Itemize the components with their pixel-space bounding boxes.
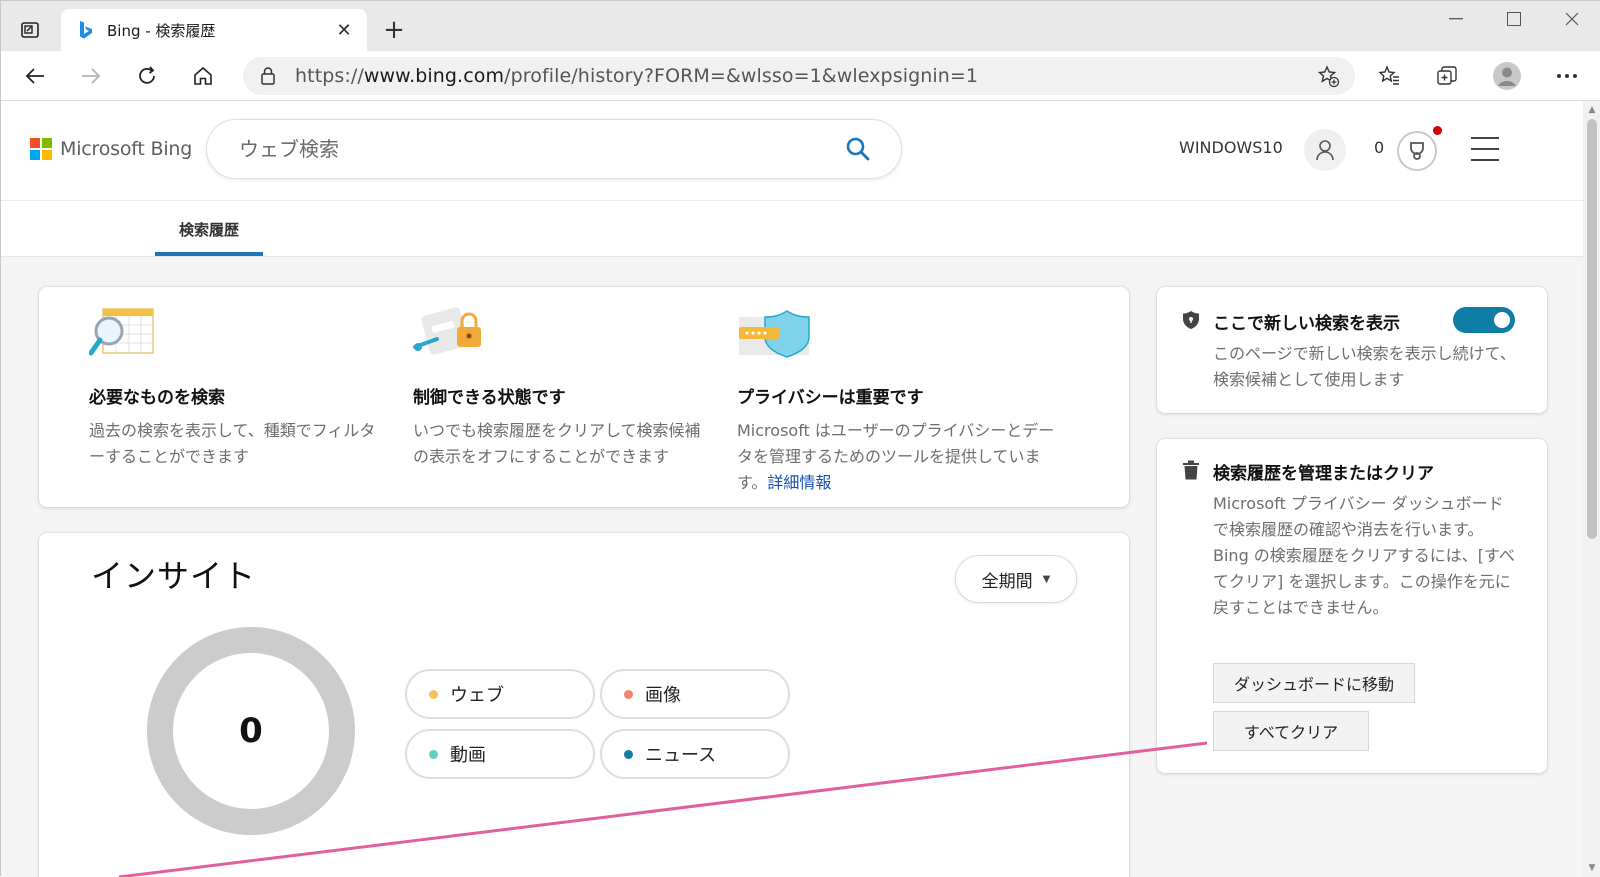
rewards-count[interactable]: 0 bbox=[1374, 138, 1384, 157]
total-count: 0 bbox=[239, 711, 263, 751]
microsoft-bing-logo[interactable]: Microsoft Bing bbox=[30, 138, 192, 160]
filter-news-pill[interactable]: ニュース bbox=[600, 729, 790, 779]
news-dot-icon bbox=[624, 749, 633, 759]
feature-title: 制御できる状態です bbox=[413, 388, 566, 408]
videos-dot-icon bbox=[429, 749, 438, 759]
search-input[interactable] bbox=[239, 137, 843, 161]
active-tab-underline bbox=[155, 252, 263, 256]
feature-text: Microsoft はユーザーのプライバシーとデータを管理するためのツールを提供… bbox=[737, 418, 1067, 496]
filter-web-pill[interactable]: ウェブ bbox=[405, 669, 595, 719]
new-tab-icon[interactable]: + bbox=[379, 15, 409, 45]
filter-images-pill[interactable]: 画像 bbox=[600, 669, 790, 719]
rewards-trophy-icon[interactable] bbox=[1397, 131, 1437, 171]
minimize-icon[interactable] bbox=[1427, 1, 1485, 37]
brand-name: Microsoft Bing bbox=[60, 138, 193, 160]
scrollbar-thumb[interactable] bbox=[1587, 119, 1597, 539]
shield-icon bbox=[1181, 309, 1201, 331]
back-icon[interactable] bbox=[17, 59, 53, 93]
url-host: www.bing.com bbox=[363, 65, 505, 87]
forward-icon[interactable] bbox=[73, 59, 109, 93]
feature-privacy: プライバシーは重要です Microsoft はユーザーのプライバシーとデータを管… bbox=[737, 307, 1067, 496]
tab-strip: Bing - 検索履歴 ✕ + bbox=[1, 1, 1600, 51]
home-icon[interactable] bbox=[185, 59, 221, 93]
pill-label: 画像 bbox=[645, 685, 681, 706]
feature-text: 過去の検索を表示して、種類でフィルターすることができます bbox=[89, 421, 376, 466]
show-searches-toggle[interactable] bbox=[1453, 307, 1515, 333]
trash-icon bbox=[1181, 459, 1201, 481]
browser-tab[interactable]: Bing - 検索履歴 ✕ bbox=[61, 9, 367, 51]
period-label: 全期間 bbox=[981, 571, 1033, 592]
scroll-down-icon[interactable]: ▼ bbox=[1587, 863, 1597, 873]
web-dot-icon bbox=[429, 689, 438, 699]
maximize-icon[interactable] bbox=[1485, 1, 1543, 37]
key-lock-icon bbox=[413, 307, 493, 371]
favorites-icon[interactable] bbox=[1371, 59, 1407, 93]
pill-label: ウェブ bbox=[450, 685, 504, 706]
lock-icon[interactable] bbox=[257, 65, 279, 87]
user-name[interactable]: WINDOWS10 bbox=[1179, 138, 1283, 157]
chevron-down-icon: ▼ bbox=[1042, 573, 1051, 585]
url-text[interactable]: https://www.bing.com/profile/history?FOR… bbox=[295, 65, 1315, 87]
sub-navigation: 検索履歴 bbox=[1, 201, 1583, 257]
bing-favicon-icon bbox=[77, 20, 95, 40]
period-dropdown[interactable]: 全期間 ▼ bbox=[955, 555, 1077, 603]
vertical-scrollbar[interactable]: ▲ ▼ bbox=[1583, 101, 1600, 877]
manage-history-title: 検索履歴を管理またはクリア bbox=[1213, 464, 1434, 484]
pill-label: ニュース bbox=[645, 745, 717, 766]
features-card: 必要なものを検索 過去の検索を表示して、種類でフィルターすることができます 制御… bbox=[39, 287, 1129, 507]
search-box[interactable] bbox=[206, 119, 902, 179]
browser-window: Bing - 検索履歴 ✕ + https://www.bing.com/pro… bbox=[0, 0, 1600, 877]
microsoft-logo-icon bbox=[30, 138, 52, 160]
collections-icon[interactable] bbox=[1429, 59, 1465, 93]
magnifier-calendar-icon bbox=[88, 307, 169, 371]
hamburger-menu-icon[interactable] bbox=[1471, 137, 1499, 161]
toggle-knob bbox=[1494, 312, 1510, 328]
url-prefix: https:// bbox=[295, 65, 364, 87]
scroll-up-icon[interactable]: ▲ bbox=[1587, 105, 1597, 115]
tab-search-history[interactable]: 検索履歴 bbox=[155, 201, 263, 257]
address-toolbar: https://www.bing.com/profile/history?FOR… bbox=[1, 51, 1600, 101]
feature-text: いつでも検索履歴をクリアして検索候補の表示をオフにすることができます bbox=[413, 421, 701, 466]
add-favorite-icon[interactable] bbox=[1315, 63, 1341, 89]
bing-header: Microsoft Bing WINDOWS10 0 bbox=[1, 101, 1583, 201]
profile-avatar-icon[interactable] bbox=[1489, 59, 1525, 93]
feature-control: 制御できる状態です いつでも検索履歴をクリアして検索候補の表示をオフにすることが… bbox=[413, 307, 713, 470]
more-options-icon[interactable] bbox=[1549, 59, 1585, 93]
user-avatar-icon[interactable] bbox=[1304, 129, 1346, 171]
images-dot-icon bbox=[624, 689, 633, 699]
go-to-dashboard-button[interactable]: ダッシュボードに移動 bbox=[1213, 663, 1415, 703]
tab-actions-icon[interactable] bbox=[15, 15, 45, 45]
filter-videos-pill[interactable]: 動画 bbox=[405, 729, 595, 779]
url-path: /profile/history?FORM=&wlsso=1&wlexpsign… bbox=[504, 65, 979, 87]
shield-password-icon bbox=[737, 307, 817, 371]
learn-more-link[interactable]: 詳細情報 bbox=[767, 473, 831, 492]
feature-title: プライバシーは重要です bbox=[737, 388, 924, 408]
refresh-icon[interactable] bbox=[129, 59, 165, 93]
insights-title: インサイト bbox=[91, 557, 257, 595]
insights-donut-chart: 0 bbox=[147, 627, 355, 835]
show-new-searches-card: ここで新しい検索を表示 このページで新しい検索を表示し続けて、検索候補として使用… bbox=[1157, 287, 1547, 413]
close-window-icon[interactable] bbox=[1543, 1, 1600, 37]
page-content: Microsoft Bing WINDOWS10 0 検索履歴 bbox=[1, 101, 1583, 877]
clear-all-button[interactable]: すべてクリア bbox=[1213, 711, 1369, 751]
notification-dot bbox=[1433, 126, 1442, 135]
feature-find: 必要なものを検索 過去の検索を表示して、種類でフィルターすることができます bbox=[88, 307, 389, 470]
show-searches-text: このページで新しい検索を表示し続けて、検索候補として使用します bbox=[1213, 344, 1516, 389]
pill-label: 動画 bbox=[450, 745, 486, 766]
feature-title: 必要なものを検索 bbox=[89, 388, 225, 408]
search-icon[interactable] bbox=[843, 134, 873, 164]
insights-card: インサイト 全期間 ▼ 0 ウェブ 画像 動画 ニュース bbox=[39, 533, 1129, 877]
manage-history-card: 検索履歴を管理またはクリア Microsoft プライバシー ダッシュボードで検… bbox=[1157, 439, 1547, 773]
address-bar[interactable]: https://www.bing.com/profile/history?FOR… bbox=[243, 57, 1355, 95]
tab-title: Bing - 検索履歴 bbox=[107, 21, 216, 40]
show-searches-title: ここで新しい検索を表示 bbox=[1213, 314, 1400, 334]
manage-history-text: Microsoft プライバシー ダッシュボードで検索履歴の確認や消去を行います… bbox=[1213, 494, 1515, 617]
close-tab-icon[interactable]: ✕ bbox=[333, 19, 355, 41]
